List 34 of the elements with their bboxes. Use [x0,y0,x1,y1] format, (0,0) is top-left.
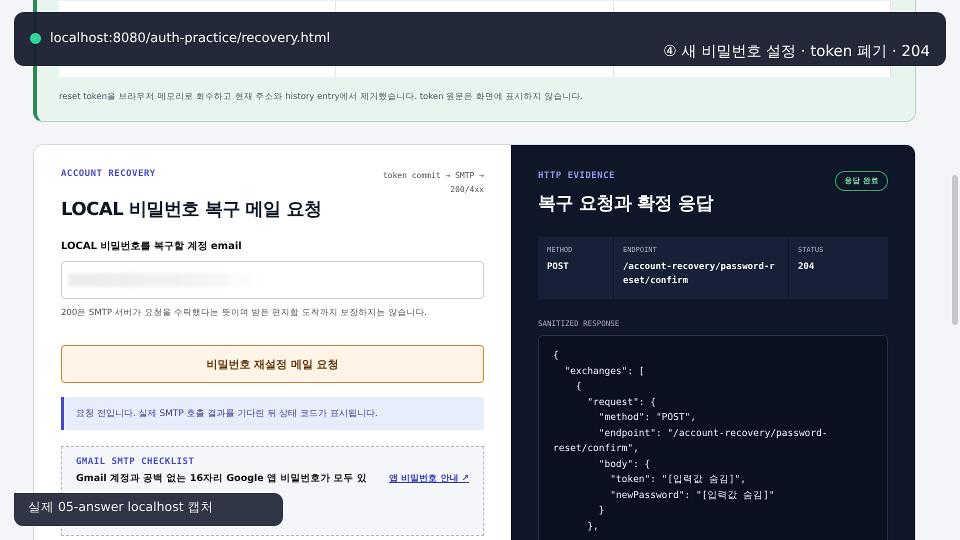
panel-title: 복구 요청과 확정 응답 [538,192,714,215]
code-line: }, [586,520,600,534]
code-line: "endpoint": "/account-recovery/password- [598,426,829,440]
checklist-eyebrow: GMAIL SMTP CHECKLIST [76,457,196,467]
eyebrow-label: HTTP EVIDENCE [538,171,615,181]
step-caption: ④ 새 비밀번호 설정 · token 폐기 · 204 [663,42,930,61]
page-url: localhost:8080/auth-practice/recovery.html [50,30,330,46]
capture-caption: 실제 05-answer localhost 캡처 [28,499,214,514]
field-hint: 200은 SMTP 서버가 요청을 수락했다는 뜻이며 받은 편지함 도착까지 보장하지는 않습니다. [61,307,428,319]
status-dot-icon [30,32,41,44]
scrollbar-thumb[interactable] [952,175,958,325]
request-email-button[interactable]: 비밀번호 재설정 메일 요청 [61,345,484,383]
field-value: POST [547,261,570,274]
checklist-text: Gmail 계정과 공백 없는 16자리 Google 앱 비밀번호가 모두 있 [76,472,367,485]
app-password-link[interactable]: 앱 비밀번호 안내 ↗ [389,472,469,485]
code-line: "exchanges": [ [563,364,646,378]
completion-note: reset token을 브라우저 메모리로 회수하고 현재 주소와 history entry에서 제거했습니다. token 원문은 화면에 표시하지 않습니다. [59,91,584,103]
code-line: "body": { [598,458,652,472]
info-banner: 요청 전입니다. 실제 SMTP 호출 결과를 기다린 뒤 상태 코드가 표시됩니다. [61,397,484,430]
code-line: reset/confirm", [553,442,640,456]
code-line: "request": { [586,396,657,410]
code-line: { [553,349,560,363]
eyebrow-label: ACCOUNT RECOVERY [61,169,156,179]
code-line: "token": "[입력값 숨김]", [609,473,747,487]
code-line: } [598,504,606,518]
flow-caption: token commit → SMTP → 200/4xx [382,170,484,196]
panel-title: LOCAL 비밀번호 복구 메일 요청 [61,198,322,221]
code-line: { [574,380,583,394]
field-value: 204 [798,261,816,274]
email-input-field[interactable] [61,261,484,299]
code-line: "newPassword": "[입력값 숨김]" [609,488,776,502]
code-line: "method": "POST", [598,411,697,425]
field-value: /account-recovery/password-reset/confirm [623,261,776,288]
field-label: LOCAL 비밀번호를 복구할 계정 email [61,240,243,253]
